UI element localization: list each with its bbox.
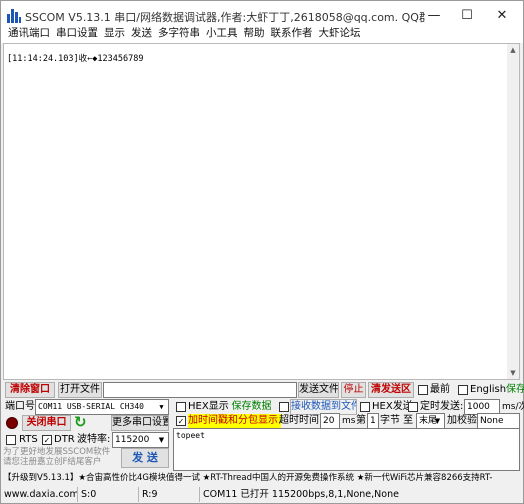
stop-button[interactable]: 停止 (341, 382, 366, 398)
receive-area[interactable]: [11:14:24.103]收←◆123456789 ▲ ▼ (3, 43, 520, 380)
baud-label: 波特率: (77, 434, 111, 445)
topmost-label: 最前 (430, 384, 450, 395)
menu-item-contact[interactable]: 联系作者 (268, 25, 316, 41)
news-ticker[interactable]: 【升级到V5.13.1】★合宙高性价比4G模块值得一试 ★RT-Thread中国… (1, 471, 523, 486)
rts-label: RTS (19, 434, 38, 445)
promo-text[interactable]: 为了更好地发展SSCOM软件 请您注册嘉立创F结尾客户 (3, 447, 110, 467)
close-port-button[interactable]: 关闭串口 (22, 415, 71, 431)
timed-send-label: 定时发送: (420, 401, 464, 412)
clear-send-button[interactable]: 清发送区 (368, 382, 414, 398)
menu-item-send[interactable]: 发送 (128, 25, 155, 41)
menu-item-display[interactable]: 显示 (101, 25, 128, 41)
send-input[interactable]: topeet (173, 428, 520, 471)
rts-checkbox[interactable] (6, 435, 16, 445)
close-button[interactable]: ✕ (487, 5, 517, 27)
hex-send-label: HEX发送 (372, 401, 413, 412)
timed-send-checkbox[interactable] (408, 402, 418, 412)
status-website[interactable]: www.daxia.com (4, 487, 79, 502)
maximize-button[interactable]: ☐ (452, 5, 482, 27)
port-select[interactable]: COM11 USB-SERIAL CH340 ▼ (35, 399, 169, 415)
clear-window-button[interactable]: 清除窗口 (5, 382, 55, 398)
scroll-up-icon[interactable]: ▲ (507, 46, 519, 54)
receive-line: [11:14:24.103]收←◆123456789 (7, 54, 144, 64)
baud-select[interactable]: 115200 ▼ (112, 432, 169, 448)
timeout-field[interactable]: 20 (320, 413, 340, 429)
open-file-button[interactable]: 打开文件 (58, 382, 102, 398)
english-checkbox[interactable] (458, 385, 468, 395)
interval-unit: ms/次 (502, 402, 524, 412)
timestamp-label[interactable]: 加时间戳和分包显示. (188, 414, 282, 428)
app-icon (7, 9, 21, 23)
scroll-down-icon[interactable]: ▼ (507, 369, 519, 377)
status-sent-count: S:0 (77, 487, 137, 502)
menu-item-tools[interactable]: 小工具 (203, 25, 241, 41)
receive-scrollbar[interactable]: ▲ ▼ (507, 44, 519, 379)
chevron-down-icon[interactable]: ▼ (156, 434, 167, 446)
checksum-label: 加校验 (447, 415, 477, 426)
minimize-button[interactable]: — (419, 5, 449, 27)
topmost-checkbox[interactable] (418, 385, 428, 395)
timeout-unit: ms (342, 416, 356, 426)
hex-display-checkbox[interactable] (176, 402, 186, 412)
send-text: topeet (176, 431, 205, 440)
menu-item-port[interactable]: 通讯端口 (5, 25, 53, 41)
dtr-label: DTR (54, 434, 75, 445)
port-status-icon (6, 417, 18, 429)
menu-item-serial-settings[interactable]: 串口设置 (53, 25, 101, 41)
dtr-checkbox[interactable]: ✓ (42, 435, 52, 445)
window-title: SSCOM V5.13.1 串口/网络数据调试器,作者:大虾丁丁,2618058… (25, 11, 425, 24)
promo-line-1: 为了更好地发展SSCOM软件 (3, 447, 111, 457)
timestamp-checkbox[interactable]: ✓ (176, 416, 186, 426)
status-received-count: R:9 (138, 487, 198, 502)
app-window: SSCOM V5.13.1 串口/网络数据调试器,作者:大虾丁丁,2618058… (0, 0, 524, 504)
baud-value: 115200 (115, 435, 150, 445)
status-port-state: COM11 已打开 115200bps,8,1,None,None (199, 487, 399, 502)
port-value: COM11 USB-SERIAL CH340 (38, 402, 144, 411)
port-label: 端口号 (5, 401, 35, 412)
menu-bar: 通讯端口 串口设置 显示 发送 多字符串 小工具 帮助 联系作者 大虾论坛 (1, 25, 523, 43)
chevron-down-icon[interactable]: ▼ (432, 415, 443, 427)
status-bar: www.daxia.com S:0 R:9 COM11 已打开 115200bp… (1, 486, 523, 503)
save-data-button[interactable]: 保存数据 (230, 399, 273, 415)
byte-start-field[interactable]: 1 (367, 413, 379, 429)
send-file-button[interactable]: 发送文件 (298, 382, 339, 398)
hex-display-label: HEX显示 (188, 401, 229, 412)
more-settings-button[interactable]: 更多串口设置 (111, 415, 169, 431)
refresh-icon[interactable]: ↻ (74, 414, 88, 430)
file-path-field[interactable] (103, 382, 297, 398)
recv-to-file-checkbox[interactable] (279, 402, 289, 412)
menu-item-multi-string[interactable]: 多字符串 (155, 25, 203, 41)
checksum-select[interactable]: None (477, 413, 520, 429)
promo-line-2: 请您注册嘉立创F结尾客户 (3, 457, 102, 467)
english-label: English (470, 384, 507, 395)
menu-item-help[interactable]: 帮助 (241, 25, 268, 41)
send-button[interactable]: 发 送 (121, 448, 169, 468)
byte-label-2: 字节 至 (380, 415, 414, 426)
byte-label-1: 第 (356, 415, 366, 426)
hex-send-checkbox[interactable] (360, 402, 370, 412)
timeout-label: 超时时间: (279, 415, 323, 426)
menu-item-forum[interactable]: 大虾论坛 (316, 25, 364, 41)
save-params-label[interactable]: 保存 (506, 383, 524, 397)
chevron-down-icon[interactable]: ▼ (156, 401, 167, 413)
byte-end-select[interactable]: 末尾 ▼ (416, 413, 445, 429)
